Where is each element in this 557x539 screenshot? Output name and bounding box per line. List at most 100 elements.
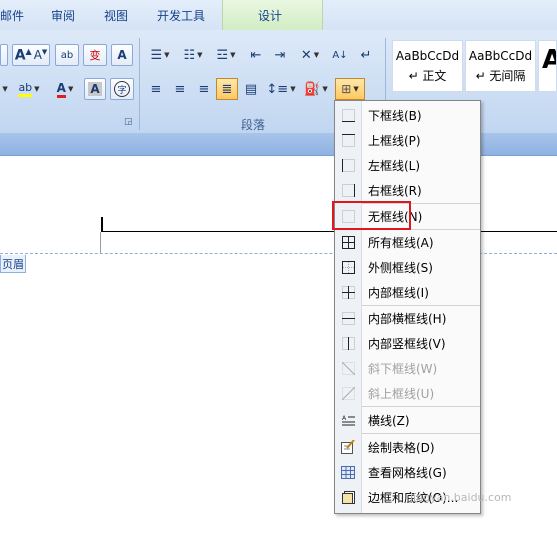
numbering-icon: ☷ [183, 47, 196, 63]
menu-item-outside-borders[interactable]: 外侧框线(S) [335, 255, 480, 279]
font-color-icon: A [56, 81, 66, 98]
tab-review[interactable]: 审阅 [51, 7, 75, 24]
draw-table-icon [341, 440, 355, 454]
menu-item-top-border[interactable]: 上框线(P) [335, 128, 480, 152]
menu-item-inside-horizontal[interactable]: 内部横框线(H) [335, 306, 480, 330]
menu-item-label: 斜上框线(U) [368, 386, 435, 401]
tab-developer[interactable]: 开发工具 [157, 7, 205, 24]
multilevel-list-button[interactable]: ☲ ▼ [211, 44, 241, 66]
sort-icon: A↓ [332, 49, 348, 61]
menu-item-diagonal-up: 斜上框线(U) [335, 381, 480, 405]
distributed-icon: ▤ [244, 81, 258, 97]
char-border-button[interactable]: A [111, 44, 133, 66]
menu-item-diagonal-down: 斜下框线(W) [335, 356, 480, 380]
bottom-border-icon [341, 108, 355, 122]
menu-separator [362, 433, 480, 434]
menu-item-label: 横线(Z) [368, 413, 410, 428]
tab-view[interactable]: 视图 [104, 7, 128, 24]
style-no-spacing[interactable]: AaBbCcDd ↵ 无间隔 [465, 40, 536, 92]
top-border-icon [341, 133, 355, 147]
menu-item-left-border[interactable]: 左框线(L) [335, 153, 480, 177]
menu-item-label: 所有框线(A) [368, 235, 434, 250]
align-right-icon: ≡ [198, 81, 210, 97]
enclose-chars-icon: 字 [114, 81, 130, 97]
align-center-icon: ≡ [174, 81, 186, 97]
borders-shading-icon [341, 490, 355, 504]
menu-item-view-gridlines[interactable]: 查看网格线(G) [335, 460, 480, 484]
header-border-line [101, 231, 557, 232]
font-dialog-launcher-icon[interactable]: ◲ [124, 117, 133, 127]
justify-button[interactable]: ≣ [216, 78, 238, 100]
decrease-indent-button[interactable]: ⇤ [245, 44, 267, 66]
all-borders-icon [341, 235, 355, 249]
menu-item-label: 内部横框线(H) [368, 311, 447, 326]
menu-item-all-borders[interactable]: 所有框线(A) [335, 230, 480, 254]
left-border-icon [341, 158, 355, 172]
asian-layout-icon: ✕ [300, 47, 312, 63]
line-spacing-button[interactable]: ↕≡ ▼ [266, 78, 296, 100]
grow-font-button[interactable]: A▲ A▼ [12, 44, 50, 66]
menu-item-label: 右框线(R) [368, 183, 422, 198]
inside-horizontal-border-icon [341, 311, 355, 325]
tab-mailings[interactable]: 邮件 [0, 7, 24, 24]
highlight-color-button[interactable]: ab ▼ [12, 78, 46, 100]
char-border-icon: A [117, 48, 127, 62]
enclose-chars-button[interactable]: 字 [110, 78, 134, 100]
style-normal-name: ↵ 正文 [408, 69, 447, 83]
increase-indent-button[interactable]: ⇥ [269, 44, 291, 66]
multilevel-list-icon: ☲ [216, 47, 229, 63]
menu-item-label: 下框线(B) [368, 108, 422, 123]
decrease-indent-icon: ⇤ [250, 47, 262, 63]
clear-format-button[interactable]: ab [55, 44, 79, 66]
paint-bucket-icon: ⛽ [304, 81, 321, 97]
font-group-edge-2: ▼ [2, 85, 8, 93]
right-border-icon [341, 183, 355, 197]
highlighter-icon: ab [18, 81, 33, 97]
increase-indent-icon: ⇥ [274, 47, 286, 63]
bullets-button[interactable]: ☰ ▼ [145, 44, 175, 66]
char-shading-icon: A [88, 82, 102, 96]
menu-item-draw-table[interactable]: 绘制表格(D) [335, 435, 480, 459]
align-center-button[interactable]: ≡ [169, 78, 191, 100]
group-separator [139, 38, 140, 130]
show-marks-button[interactable]: ↵ [355, 44, 377, 66]
borders-dropdown-button[interactable]: ⊞ ▼ [335, 78, 365, 100]
align-right-button[interactable]: ≡ [193, 78, 215, 100]
menu-item-label: 斜下框线(W) [368, 361, 438, 376]
menu-item-inside-vertical[interactable]: 内部竖框线(V) [335, 331, 480, 355]
diagonal-up-border-icon [341, 386, 355, 400]
char-shading-button[interactable]: A [84, 78, 106, 100]
menu-item-label: 绘制表格(D) [368, 440, 435, 455]
style-normal[interactable]: AaBbCcDd ↵ 正文 [392, 40, 463, 92]
sort-button[interactable]: A↓ [329, 44, 351, 66]
line-spacing-icon: ↕≡ [266, 81, 289, 97]
menu-item-horizontal-line[interactable]: A 横线(Z) [335, 408, 480, 432]
style-no-spacing-preview: AaBbCcDd [468, 49, 533, 63]
distributed-button[interactable]: ▤ [240, 78, 262, 100]
phonetic-guide-button[interactable]: 变 [83, 44, 107, 66]
diagonal-down-border-icon [341, 361, 355, 375]
clear-format-icon: ab [60, 49, 74, 61]
view-gridlines-icon [341, 465, 355, 479]
margin-marker [100, 232, 101, 254]
style-heading[interactable]: A [538, 40, 557, 92]
tab-design[interactable]: 设计 [258, 7, 282, 24]
menu-item-inside-borders[interactable]: 内部框线(I) [335, 280, 480, 304]
shading-button[interactable]: ⛽ ▼ [300, 78, 332, 100]
font-group-edge [0, 44, 8, 66]
paragraph-group-label: 段落 [241, 118, 266, 132]
style-normal-preview: AaBbCcDd [395, 49, 460, 63]
font-color-button[interactable]: A ▼ [50, 78, 80, 100]
highlight-box [332, 201, 411, 230]
justify-icon: ≣ [221, 81, 233, 97]
asian-layout-button[interactable]: ✕ ▼ [295, 44, 325, 66]
phonetic-guide-icon: 变 [89, 49, 101, 62]
menu-item-bottom-border[interactable]: 下框线(B) [335, 103, 480, 127]
grow-font-icon: A▲ [14, 46, 32, 64]
numbering-button[interactable]: ☷ ▼ [178, 44, 208, 66]
align-left-button[interactable]: ≡ [145, 78, 167, 100]
paragraph-mark-icon: ↵ [360, 47, 372, 63]
header-label-tab: 页眉 [0, 255, 26, 273]
menu-item-right-border[interactable]: 右框线(R) [335, 178, 480, 202]
inside-vertical-border-icon [341, 336, 355, 350]
